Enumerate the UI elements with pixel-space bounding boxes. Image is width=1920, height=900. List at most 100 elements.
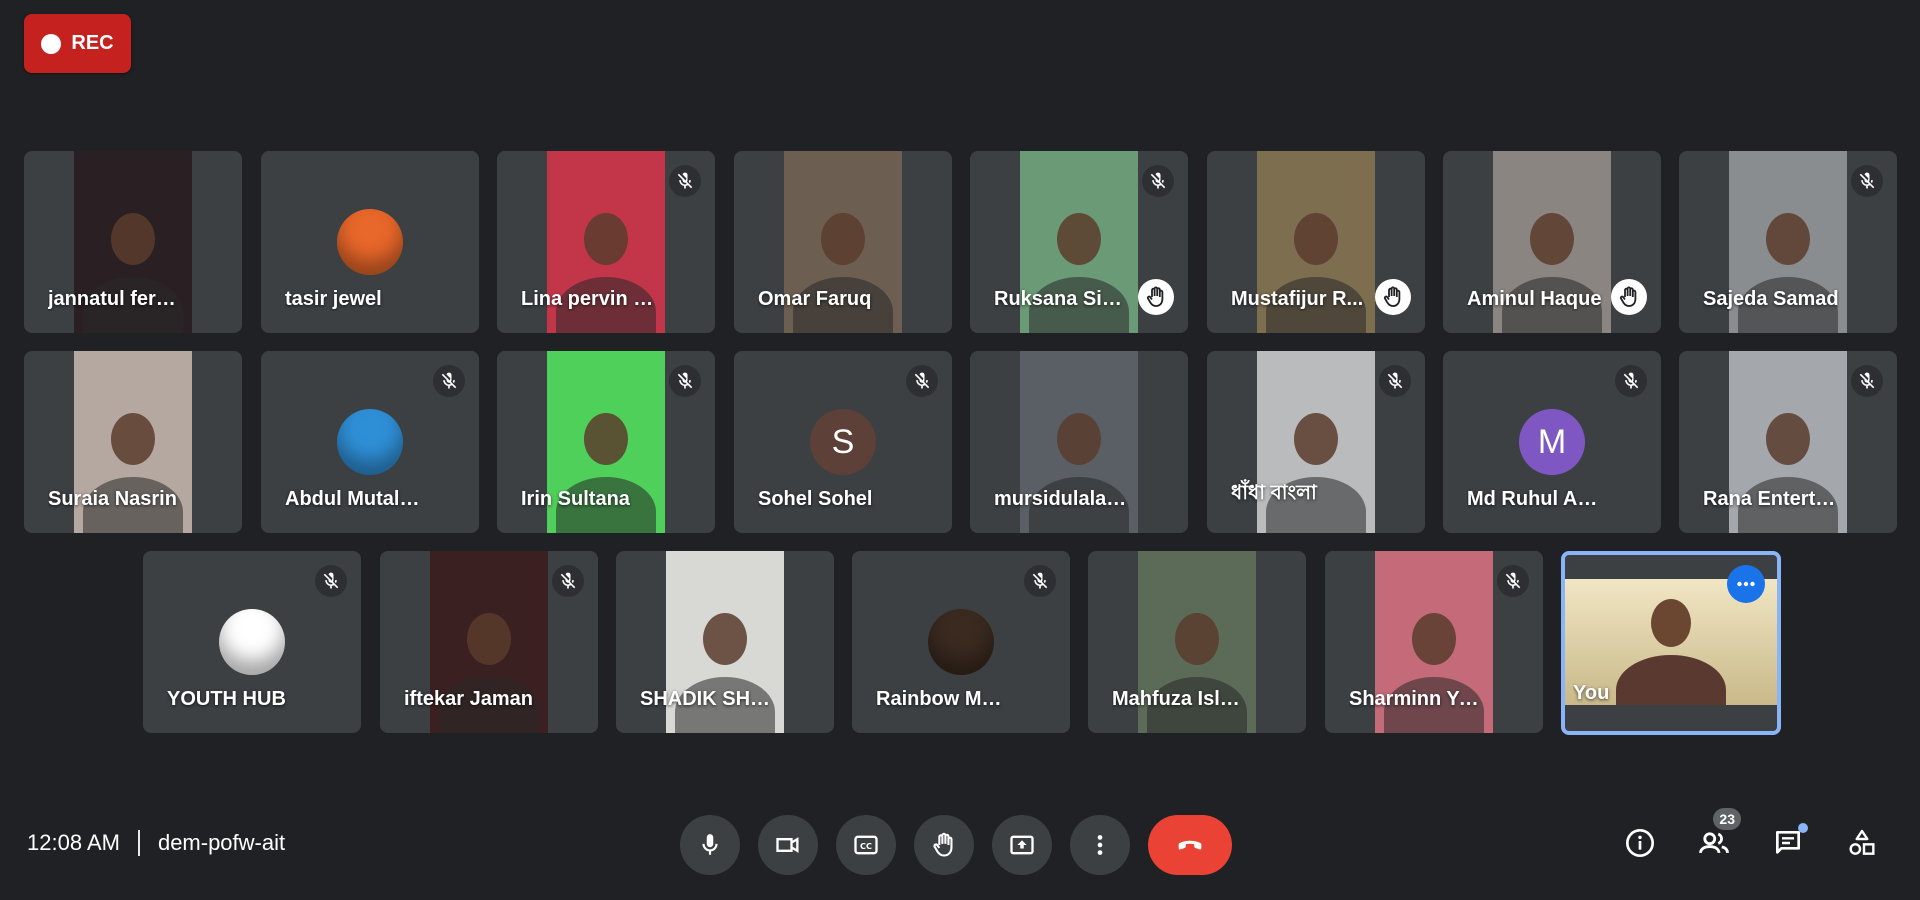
- participant-name: Suraia Nasrin: [48, 488, 177, 510]
- participant-avatar: [928, 609, 994, 675]
- video-face: [467, 612, 511, 665]
- people-button[interactable]: 23: [1691, 808, 1741, 866]
- participant-tile[interactable]: jannatul ferdous: [24, 151, 242, 333]
- participant-count-badge: 23: [1713, 808, 1741, 830]
- video-face: [1766, 412, 1810, 465]
- participant-tile[interactable]: Sharminn Yasmi...: [1325, 551, 1543, 733]
- participant-tile[interactable]: Lina pervin Nila: [497, 151, 715, 333]
- participant-name: tasir jewel: [285, 288, 382, 310]
- participant-name: Omar Faruq: [758, 288, 872, 310]
- avatar-letter: M: [1537, 422, 1567, 461]
- participant-tile[interactable]: Abdul Mutalib Ey...: [261, 351, 479, 533]
- video-face: [1651, 599, 1691, 647]
- microphone-button[interactable]: [680, 815, 740, 875]
- self-tile[interactable]: You: [1561, 551, 1781, 735]
- mic-off-icon: [323, 572, 339, 589]
- muted-indicator: [1851, 365, 1883, 397]
- participant-name: You: [1573, 682, 1610, 704]
- participant-tile[interactable]: S Sohel Sohel: [734, 351, 952, 533]
- separator: [137, 830, 140, 856]
- participant-tile[interactable]: tasir jewel: [261, 151, 479, 333]
- captions-button[interactable]: CC: [836, 815, 896, 875]
- participant-avatar: [337, 209, 403, 275]
- meeting-details-button[interactable]: [1617, 820, 1663, 866]
- video-face: [1294, 412, 1338, 465]
- info-icon: [1626, 829, 1654, 857]
- muted-indicator: [669, 365, 701, 397]
- mic-off-icon: [1150, 172, 1166, 189]
- participant-tile[interactable]: Irin Sultana: [497, 351, 715, 533]
- participant-name: Sharminn Yasmi...: [1349, 688, 1485, 710]
- mic-off-icon: [677, 172, 693, 189]
- muted-indicator: [433, 365, 465, 397]
- muted-indicator: [1851, 165, 1883, 197]
- video-face: [1766, 212, 1810, 265]
- participant-avatar: [219, 609, 285, 675]
- raised-hand-icon: [1146, 286, 1164, 307]
- bottom-bar: 12:08 AM dem-pofw-ait CC 23: [0, 800, 1920, 890]
- raised-hand-indicator: [1138, 279, 1174, 315]
- mic-off-icon: [1859, 372, 1875, 389]
- video-face: [1412, 612, 1456, 665]
- participant-tile[interactable]: Rainbow Music: [852, 551, 1070, 733]
- participant-tile[interactable]: iftekar Jaman: [380, 551, 598, 733]
- participant-tile[interactable]: Rana Entertain...: [1679, 351, 1897, 533]
- participant-tile[interactable]: ধাঁধা বাংলা: [1207, 351, 1425, 533]
- participant-tile[interactable]: Aminul Haque: [1443, 151, 1661, 333]
- self-options-button[interactable]: [1727, 565, 1765, 603]
- present-screen-button[interactable]: [992, 815, 1052, 875]
- participant-tile[interactable]: Sajeda Samad: [1679, 151, 1897, 333]
- participant-tile[interactable]: Suraia Nasrin: [24, 351, 242, 533]
- camera-icon: [776, 837, 799, 853]
- microphone-icon: [702, 834, 718, 855]
- muted-indicator: [1142, 165, 1174, 197]
- participant-name: Ruksana Sima: [994, 288, 1130, 310]
- participant-name: YOUTH HUB: [167, 688, 286, 710]
- raise-hand-button[interactable]: [914, 815, 974, 875]
- mic-off-icon: [677, 372, 693, 389]
- participant-tile[interactable]: M Md Ruhul Amin: [1443, 351, 1661, 533]
- participant-grid: jannatul ferdous tasir jewel Lina pervin N…: [0, 0, 1920, 760]
- leave-call-button[interactable]: [1148, 815, 1232, 875]
- video-face: [703, 612, 747, 665]
- meeting-code: dem-pofw-ait: [157, 830, 286, 855]
- participant-tile[interactable]: Ruksana Sima: [970, 151, 1188, 333]
- participant-name: Sajeda Samad: [1703, 288, 1839, 310]
- participant-name: Abdul Mutalib Ey...: [285, 488, 421, 510]
- participant-tile[interactable]: Omar Faruq: [734, 151, 952, 333]
- activities-button[interactable]: [1839, 820, 1885, 866]
- participant-avatar: M: [1519, 409, 1585, 475]
- video-face: [584, 212, 628, 265]
- muted-indicator: [1379, 365, 1411, 397]
- people-icon: [1699, 832, 1729, 854]
- mic-off-icon: [914, 372, 930, 389]
- video-face: [111, 412, 155, 465]
- raised-hand-indicator: [1375, 279, 1411, 315]
- muted-indicator: [315, 565, 347, 597]
- participant-tile[interactable]: YOUTH HUB: [143, 551, 361, 733]
- mic-off-icon: [1623, 372, 1639, 389]
- participant-name: ধাঁধা বাংলা: [1231, 482, 1317, 504]
- video-face: [1175, 612, 1219, 665]
- muted-indicator: [552, 565, 584, 597]
- camera-button[interactable]: [758, 815, 818, 875]
- raised-hand-icon: [1383, 286, 1401, 307]
- participant-tile[interactable]: Mustafijur R...: [1207, 151, 1425, 333]
- participant-name: Mahfuza Islam: [1112, 688, 1248, 710]
- participant-name: SHADIK SHAMIM: [640, 688, 776, 710]
- more-options-button[interactable]: [1070, 815, 1130, 875]
- mic-off-icon: [1032, 572, 1048, 589]
- participant-tile[interactable]: SHADIK SHAMIM: [616, 551, 834, 733]
- current-time: 12:08 AM: [27, 830, 120, 855]
- meeting-info: 12:08 AM dem-pofw-ait: [27, 830, 285, 856]
- mic-off-icon: [1387, 372, 1403, 389]
- muted-indicator: [669, 165, 701, 197]
- more-horiz-icon: [1737, 581, 1755, 587]
- muted-indicator: [1024, 565, 1056, 597]
- participant-name: mursidulalam nu...: [994, 488, 1130, 510]
- chat-button[interactable]: [1765, 820, 1811, 866]
- participant-tile[interactable]: mursidulalam nu...: [970, 351, 1188, 533]
- hang-up-icon: [1178, 840, 1202, 850]
- more-vert-icon: [1097, 835, 1103, 855]
- participant-tile[interactable]: Mahfuza Islam: [1088, 551, 1306, 733]
